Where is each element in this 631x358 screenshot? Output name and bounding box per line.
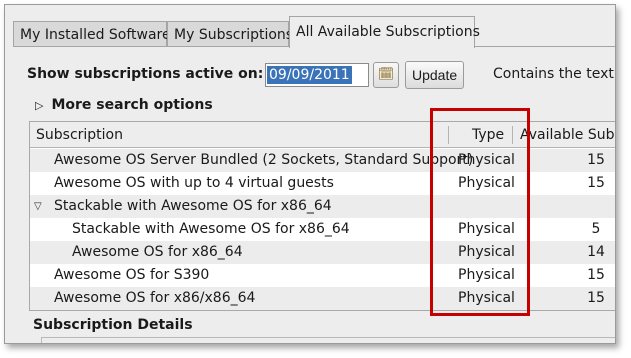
subscription-type: Physical	[458, 244, 515, 260]
all-available-subscriptions-panel: Show subscriptions active on: 09/09/2011…	[13, 47, 615, 343]
date-value: 09/09/2011	[267, 66, 352, 84]
subscription-available: 5	[591, 221, 601, 237]
subscription-name: Awesome OS with up to 4 virtual guests	[54, 175, 334, 191]
subscription-type: Physical	[458, 290, 515, 306]
table-row[interactable]: Awesome OS Server Bundled (2 Sockets, St…	[30, 149, 615, 172]
table-row-group[interactable]: ▽ Stackable with Awesome OS for x86_64	[30, 195, 615, 218]
table-row[interactable]: Awesome OS for S390 Physical 15	[30, 264, 615, 287]
date-filter-row: Show subscriptions active on: 09/09/2011…	[27, 61, 616, 89]
column-separator	[512, 126, 513, 144]
subscription-details-label: Subscription Details	[33, 317, 193, 333]
subscription-details-panel	[41, 337, 615, 343]
triangle-down-icon[interactable]: ▽	[34, 195, 42, 218]
subscription-type: Physical	[458, 221, 515, 237]
date-input[interactable]: 09/09/2011	[265, 63, 369, 87]
more-search-options-label: More search options	[51, 97, 213, 113]
column-separator	[448, 126, 449, 144]
subscription-type: Physical	[458, 175, 515, 191]
calendar-icon: 🗓	[377, 67, 395, 82]
update-button[interactable]: Update	[405, 61, 465, 89]
subscription-name: Awesome OS for S390	[54, 267, 210, 283]
subscription-available: 15	[587, 290, 605, 306]
more-search-options-expander[interactable]: ▷ More search options	[35, 97, 213, 113]
column-header-available[interactable]: Available Subsc	[520, 122, 615, 148]
calendar-button[interactable]: 🗓	[373, 62, 399, 88]
subscription-available: 14	[587, 244, 605, 260]
subscription-type: Physical	[458, 267, 515, 283]
column-header-subscription[interactable]: Subscription	[36, 122, 123, 148]
table-row[interactable]: Awesome OS for x86/x86_64 Physical 15	[30, 287, 615, 310]
subscription-available: 15	[587, 175, 605, 191]
tab-my-subscriptions[interactable]: My Subscriptions	[167, 21, 293, 49]
table-row[interactable]: Awesome OS with up to 4 virtual guests P…	[30, 172, 615, 195]
subscription-available: 15	[587, 267, 605, 283]
subscription-name: Awesome OS for x86/x86_64	[54, 290, 256, 306]
subscriptions-table: Subscription Type Available Subsc Awesom…	[29, 121, 615, 311]
column-header-type[interactable]: Type	[472, 122, 504, 148]
table-row[interactable]: Stackable with Awesome OS for x86_64 Phy…	[30, 218, 615, 241]
triangle-right-icon: ▷	[35, 99, 44, 112]
tab-my-installed-software[interactable]: My Installed Software	[13, 21, 171, 49]
subscription-type: Physical	[458, 152, 515, 168]
table-row[interactable]: Awesome OS for x86_64 Physical 14	[30, 241, 615, 264]
table-header: Subscription Type Available Subsc	[30, 122, 615, 148]
subscription-manager-window: My Installed Software My Subscriptions A…	[4, 4, 616, 344]
show-active-on-label: Show subscriptions active on:	[27, 66, 264, 82]
subscription-name: Stackable with Awesome OS for x86_64	[72, 221, 350, 237]
subscription-name: Awesome OS Server Bundled (2 Sockets, St…	[54, 152, 474, 168]
subscription-name: Awesome OS for x86_64	[72, 244, 243, 260]
contains-text-label: Contains the text:	[493, 66, 616, 82]
subscription-available: 15	[587, 152, 605, 168]
tab-all-available-subscriptions[interactable]: All Available Subscriptions	[289, 16, 480, 48]
tab-bar: My Installed Software My Subscriptions A…	[13, 13, 615, 49]
subscription-group-name: Stackable with Awesome OS for x86_64	[54, 198, 332, 214]
